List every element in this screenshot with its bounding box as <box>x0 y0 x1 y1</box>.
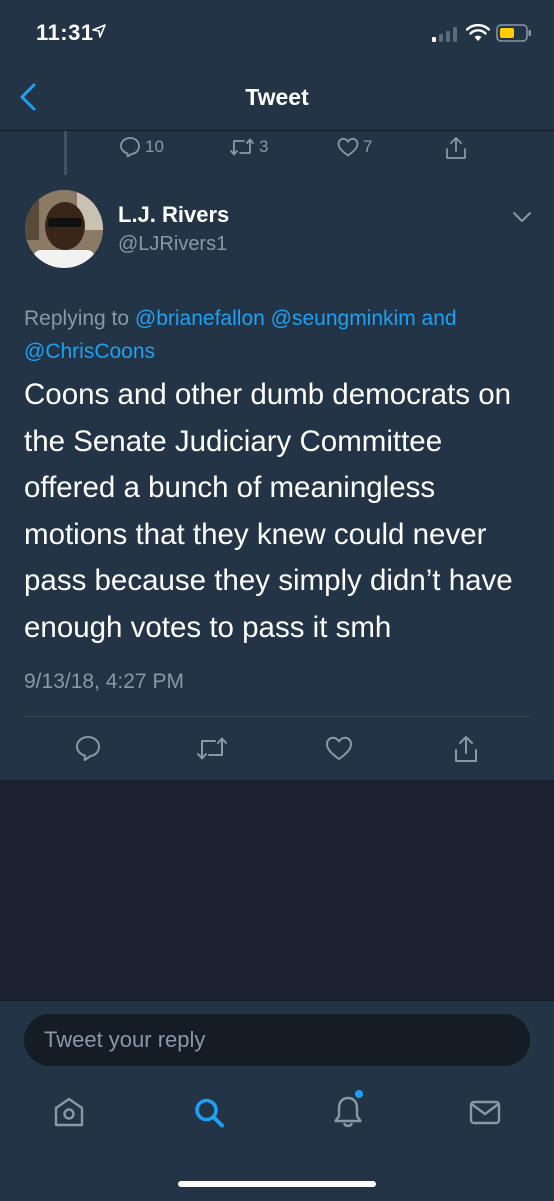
prev-reply-button[interactable]: 10 <box>118 135 164 159</box>
reply-icon[interactable] <box>74 733 102 763</box>
wifi-icon <box>466 24 490 41</box>
messages-icon[interactable] <box>468 1094 502 1130</box>
replying-to-label: Replying to <box>24 307 130 330</box>
mention-link[interactable]: @seungminkim <box>271 307 416 330</box>
status-time: 11:31 <box>36 20 94 45</box>
heart-icon[interactable] <box>324 733 354 763</box>
chevron-down-icon[interactable] <box>512 210 532 224</box>
avatar[interactable] <box>25 190 103 268</box>
search-icon[interactable] <box>192 1094 226 1130</box>
retweet-icon <box>230 138 254 156</box>
tweet-timestamp: 9/13/18, 4:27 PM <box>24 670 184 693</box>
heart-icon <box>337 137 359 157</box>
prev-like-button[interactable]: 7 <box>336 135 372 159</box>
previous-tweet-actions: 10 3 7 <box>0 131 554 167</box>
share-icon <box>446 137 466 159</box>
notification-dot <box>355 1090 363 1098</box>
author-handle[interactable]: @LJRivers1 <box>118 233 227 256</box>
mention-link-and[interactable]: and <box>422 307 457 330</box>
replying-to: Replying to @brianefallon @seungminkim a… <box>24 302 529 368</box>
reply-input[interactable] <box>42 1026 506 1054</box>
home-icon[interactable] <box>52 1094 86 1130</box>
home-indicator <box>178 1181 376 1187</box>
navigation-bar: Tweet <box>0 60 554 131</box>
reply-composer[interactable] <box>24 1014 530 1066</box>
avatar-photo <box>25 190 103 268</box>
location-arrow-icon <box>92 24 106 38</box>
prev-like-count: 7 <box>363 137 373 156</box>
cellular-signal-icon <box>432 27 457 42</box>
prev-share-button[interactable] <box>444 135 471 161</box>
retweet-icon[interactable] <box>194 733 230 763</box>
prev-retweet-count: 3 <box>259 137 269 156</box>
notifications-icon[interactable] <box>332 1094 364 1130</box>
divider <box>24 716 530 717</box>
mention-link[interactable]: @brianefallon <box>135 307 265 330</box>
page-title: Tweet <box>245 84 309 110</box>
prev-retweet-button[interactable]: 3 <box>228 135 268 159</box>
mention-link[interactable]: @ChrisCoons <box>24 340 155 363</box>
battery-icon <box>496 24 531 42</box>
status-bar: 11:31 <box>0 0 554 60</box>
author-name[interactable]: L.J. Rivers <box>118 202 229 228</box>
share-icon[interactable] <box>452 733 480 765</box>
tweet-text: Coons and other dumb democrats on the Se… <box>24 378 513 644</box>
reply-icon <box>120 137 140 158</box>
prev-reply-count: 10 <box>145 137 164 156</box>
